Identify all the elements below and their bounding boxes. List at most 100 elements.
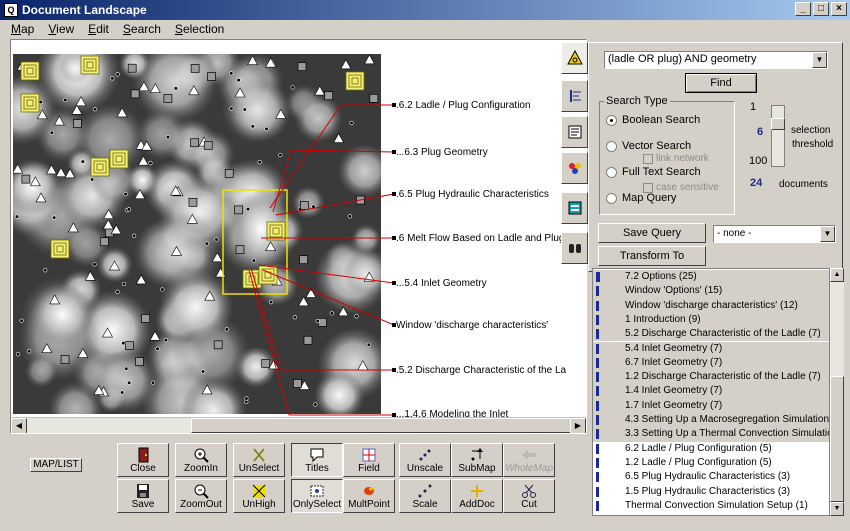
map-label-3[interactable]: .6.5 Plug Hydraulic Characteristics	[396, 189, 549, 200]
zoom-in-button[interactable]: ZoomIn	[175, 443, 227, 477]
query-input[interactable]: (ladle OR plug) AND geometry ▼	[604, 51, 828, 69]
result-item[interactable]: 5.2 Discharge Characteristic of the Ladl…	[593, 327, 829, 342]
result-item[interactable]: 7.2 Options (25)	[593, 270, 829, 285]
tab-panel[interactable]	[561, 192, 588, 224]
close-button[interactable]: Close	[117, 443, 169, 477]
result-item-label: 1.7 Inlet Geometry (7)	[625, 399, 723, 411]
radio-icon	[606, 166, 617, 178]
result-list-scrollbar[interactable]: ▲ ▼	[830, 268, 844, 516]
tab-cluster[interactable]	[561, 152, 588, 184]
field-button[interactable]: Field	[343, 443, 395, 477]
menu-view[interactable]: View	[41, 22, 81, 36]
map-label-7[interactable]: .5.2 Discharge Characteristic of the La	[396, 365, 566, 376]
map-horizontal-scrollbar[interactable]: ◀ ▶	[11, 417, 586, 433]
scroll-left-icon[interactable]: ◀	[11, 418, 27, 433]
result-item[interactable]: 1.4 Inlet Geometry (7)	[593, 384, 829, 399]
submap-button[interactable]: SubMap	[451, 443, 503, 477]
tab-search[interactable]	[561, 42, 588, 74]
threshold-slider-thumb[interactable]	[771, 118, 785, 130]
cluster-dots-icon	[568, 163, 581, 174]
result-item-label: 1.4 Inlet Geometry (7)	[625, 385, 723, 397]
radio-map-query[interactable]: Map Query	[606, 192, 676, 204]
multipoint-icon	[364, 487, 374, 495]
map-connector-lines	[248, 103, 396, 417]
result-item[interactable]: 5.4 Inlet Geometry (7)	[593, 341, 829, 356]
result-item[interactable]: 3.3 Setting Up a Thermal Convection Simu…	[593, 427, 829, 442]
radio-icon	[606, 114, 617, 126]
menu-edit[interactable]: Edit	[81, 22, 116, 36]
result-item[interactable]: 1.2 Discharge Characteristic of the Ladl…	[593, 370, 829, 385]
unselect-button[interactable]: UnSelect	[233, 443, 285, 477]
side-tab-strip	[561, 42, 588, 272]
maximize-button[interactable]: □	[813, 2, 829, 16]
relevance-bar	[596, 286, 599, 297]
result-scroll-thumb[interactable]	[830, 376, 844, 502]
menu-selection[interactable]: Selection	[168, 22, 231, 36]
unselect-x-icon	[253, 448, 265, 462]
result-item[interactable]: Window 'discharge characteristics' (12)	[593, 298, 829, 313]
result-item[interactable]: 1.5 Plug Hydraulic Characteristics (3)	[593, 485, 829, 499]
result-item[interactable]: 6.7 Inlet Geometry (7)	[593, 355, 829, 371]
tab-list[interactable]	[561, 80, 588, 112]
saved-queries-dropdown-icon[interactable]: ▼	[820, 226, 835, 242]
result-item[interactable]: 6.5 Plug Hydraulic Characteristics (3)	[593, 470, 829, 484]
menu-bar: Map View Edit Search Selection	[0, 20, 850, 38]
result-item-label: 1.2 Discharge Characteristic of the Ladl…	[625, 371, 821, 383]
close-door-icon	[138, 447, 149, 463]
minimize-button[interactable]: _	[795, 2, 811, 16]
add-doc-button[interactable]: AddDoc	[451, 479, 503, 513]
map-label-4[interactable]: .6 Melt Flow Based on Ladle and Plug	[396, 233, 564, 244]
radio-full-text-search[interactable]: Full Text Search	[606, 166, 701, 178]
radio-boolean-search[interactable]: Boolean Search	[606, 114, 700, 126]
scroll-up-icon[interactable]: ▲	[830, 268, 844, 282]
result-item[interactable]: 1.7 Inlet Geometry (7)	[593, 398, 829, 413]
titles-button[interactable]: Titles	[291, 443, 343, 477]
whole-map-button[interactable]: WholeMap	[503, 443, 555, 477]
result-item[interactable]: 1.2 Ladle / Plug Configuration (5)	[593, 456, 829, 470]
map-label-6[interactable]: Window 'discharge characteristics'	[396, 320, 548, 331]
relevance-bar	[596, 429, 599, 440]
map-list-toggle-button[interactable]: MAP/LIST	[30, 458, 82, 472]
list-lines-icon	[569, 90, 581, 102]
result-item[interactable]: 1 Introduction (9)	[593, 312, 829, 328]
unscale-button[interactable]: Unscale	[399, 443, 451, 477]
radio-vector-search[interactable]: Vector Search	[606, 140, 691, 152]
scroll-right-icon[interactable]: ▶	[570, 418, 586, 433]
save-query-button[interactable]: Save Query	[598, 223, 706, 243]
result-item[interactable]: Window 'Options' (15)	[593, 284, 829, 299]
query-dropdown-icon[interactable]: ▼	[812, 52, 827, 68]
cut-button[interactable]: Cut	[503, 479, 555, 513]
search-warning-icon	[566, 50, 583, 65]
scale-button[interactable]: Scale	[399, 479, 451, 513]
menu-search[interactable]: Search	[116, 22, 168, 36]
field-grid-icon	[362, 448, 376, 462]
saved-queries-select[interactable]: - none - ▼	[713, 225, 836, 243]
transform-to-selection-button[interactable]: Transform To Selection	[598, 246, 706, 280]
result-item[interactable]: Thermal Convection Simulation Setup (1)	[593, 499, 829, 513]
relevance-bar	[596, 500, 599, 511]
map-label-1[interactable]: .6.2 Ladle / Plug Configuration	[396, 100, 531, 111]
threshold-slider[interactable]	[771, 105, 785, 167]
map-label-5[interactable]: ...5.4 Inlet Geometry	[396, 278, 487, 289]
multpoint-button[interactable]: MultPoint	[343, 479, 395, 513]
result-item[interactable]: 6.2 Ladle / Plug Configuration (5)	[593, 442, 829, 456]
tab-view[interactable]	[561, 232, 588, 264]
zoom-out-button[interactable]: ZoomOut	[175, 479, 227, 513]
result-list[interactable]: 7.2 Options (25) Window 'Options' (15) Win…	[592, 268, 830, 516]
unhigh-button[interactable]: UnHigh	[233, 479, 285, 513]
tab-document[interactable]	[561, 116, 588, 148]
map-scroll-thumb[interactable]	[191, 418, 571, 433]
menu-map[interactable]: Map	[4, 22, 41, 36]
only-select-button[interactable]: OnlySelect	[291, 479, 343, 513]
zoom-in-icon	[194, 448, 209, 463]
result-item[interactable]: 4.3 Setting Up a Macrosegregation Simula…	[593, 413, 829, 428]
map-label-2[interactable]: ...6.3 Plug Geometry	[396, 147, 488, 158]
relevance-bar	[596, 415, 599, 425]
scroll-down-icon[interactable]: ▼	[830, 502, 844, 516]
link-network-checkbox[interactable]: link network	[643, 153, 709, 164]
find-button[interactable]: Find	[685, 73, 757, 93]
save-button[interactable]: Save	[117, 479, 169, 513]
close-window-button[interactable]: ×	[831, 2, 847, 16]
add-plus-icon	[471, 485, 483, 497]
relevance-bar	[596, 486, 599, 497]
